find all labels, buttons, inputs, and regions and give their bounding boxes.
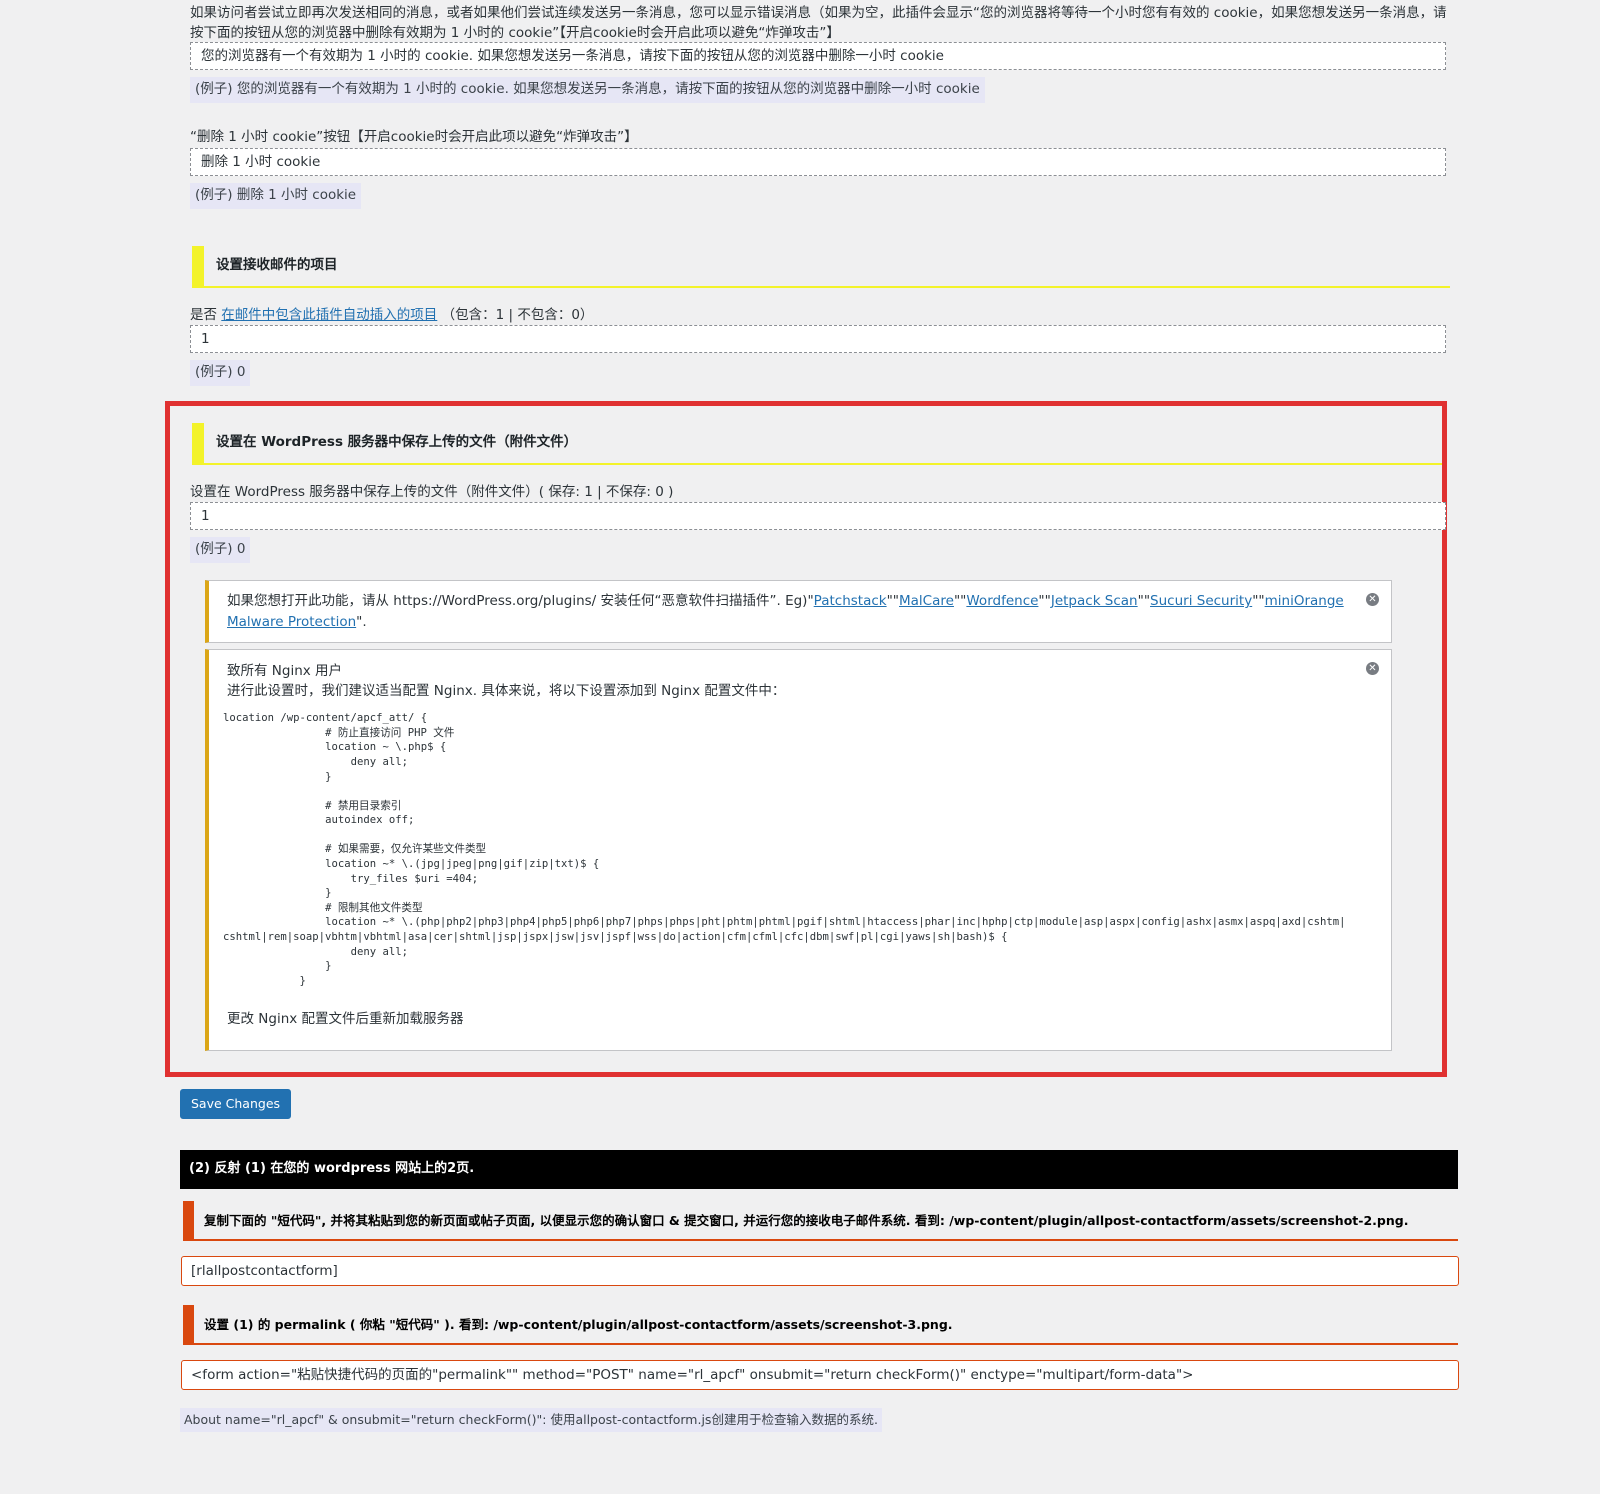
mail-include-prefix: 是否	[190, 307, 217, 323]
link-patchstack[interactable]: Patchstack	[814, 593, 887, 609]
mail-items-heading: 设置接收邮件的项目	[192, 246, 1450, 288]
quote-sep: ""	[1252, 593, 1265, 609]
upload-files-input[interactable]: 1	[190, 502, 1446, 530]
mail-include-example: (例子) 0	[190, 360, 251, 386]
quote-sep: ""	[1038, 593, 1051, 609]
nginx-notice: ✕ 致所有 Nginx 用户 进行此设置时，我们建议适当配置 Nginx. 具体…	[205, 649, 1392, 1051]
malware-notice-text: 如果您想打开此功能，请从 https://WordPress.org/plugi…	[227, 593, 814, 609]
link-malcare[interactable]: MalCare	[899, 593, 954, 609]
form-tag-field[interactable]: <form action="粘贴快捷代码的页面的"permalink"" met…	[181, 1360, 1459, 1390]
link-jetpack-scan[interactable]: Jetpack Scan	[1051, 593, 1138, 609]
error-message-input[interactable]: 您的浏览器有一个有效期为 1 小时的 cookie. 如果您想发送另一条消息，请…	[190, 42, 1446, 70]
upload-files-description: 设置在 WordPress 服务器中保存上传的文件（附件文件）( 保存: 1 |…	[190, 484, 674, 500]
upload-files-heading: 设置在 WordPress 服务器中保存上传的文件（附件文件）	[192, 423, 1442, 465]
mail-include-suffix: （包含：1 | 不包含：0）	[441, 307, 594, 323]
nginx-config-code: location /wp-content/apcf_att/ { # 防止直接访…	[223, 712, 1346, 987]
link-sucuri[interactable]: Sucuri Security	[1150, 593, 1252, 609]
mail-include-link[interactable]: 在邮件中包含此插件自动插入的项目	[221, 307, 437, 323]
dismiss-notice-icon[interactable]: ✕	[1366, 662, 1379, 675]
nginx-notice-intro: 进行此设置时，我们建议适当配置 Nginx. 具体来说，将以下设置添加到 Ngi…	[227, 682, 786, 699]
error-message-example: (例子) 您的浏览器有一个有效期为 1 小时的 cookie. 如果您想发送另一…	[190, 77, 985, 103]
shortcode-step-heading: 复制下面的 "短代码", 并将其粘贴到您的新页面或帖子页面, 以便显示您的确认窗…	[183, 1201, 1458, 1241]
nginx-notice-title: 致所有 Nginx 用户	[227, 663, 343, 679]
delete-cookie-button-description: “删除 1 小时 cookie”按钮【开启cookie时会开启此项以避免“炸弹攻…	[190, 129, 638, 145]
nginx-notice-footer: 更改 Nginx 配置文件后重新加载服务器	[227, 1011, 464, 1028]
permalink-step-heading: 设置 (1) 的 permalink ( 你粘 "短代码" ). 看到: /wp…	[183, 1305, 1458, 1345]
delete-cookie-example: (例子) 删除 1 小时 cookie	[190, 183, 362, 209]
quote-sep: ""	[1137, 593, 1151, 609]
delete-cookie-label-input[interactable]: 删除 1 小时 cookie	[190, 148, 1446, 176]
error-message-description: 如果访问者尝试立即再次发送相同的消息，或者如果他们尝试连续发送另一条消息，您可以…	[190, 5, 1447, 41]
quote-sep: ""	[886, 593, 900, 609]
quote-end: ".	[356, 614, 367, 630]
about-checkform-note: About name="rl_apcf" & onsubmit="return …	[180, 1408, 882, 1433]
link-wordfence[interactable]: Wordfence	[966, 593, 1038, 609]
mail-include-input[interactable]: 1	[190, 325, 1446, 353]
shortcode-field[interactable]: [rlallpostcontactform]	[181, 1256, 1459, 1286]
save-changes-button[interactable]: Save Changes	[180, 1089, 292, 1119]
upload-files-example: (例子) 0	[190, 537, 251, 563]
malware-scan-notice: ✕ 如果您想打开此功能，请从 https://WordPress.org/plu…	[205, 580, 1392, 643]
dismiss-notice-icon[interactable]: ✕	[1366, 593, 1379, 606]
mail-include-description: 是否 在邮件中包含此插件自动插入的项目 （包含：1 | 不包含：0）	[190, 306, 1450, 326]
reflect-section-bar: (2) 反射 (1) 在您的 wordpress 网站上的2页.	[180, 1150, 1458, 1189]
quote-sep: ""	[953, 593, 967, 609]
